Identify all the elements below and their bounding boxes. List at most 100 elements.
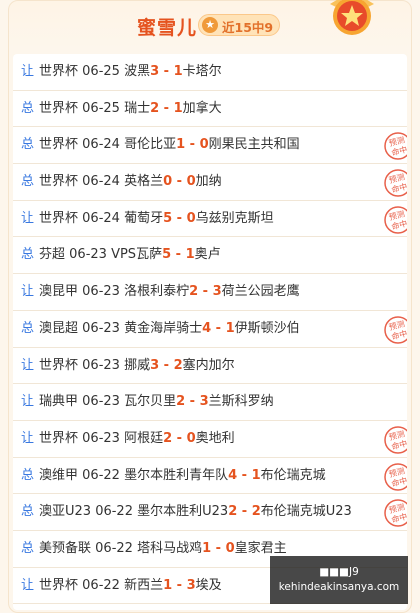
away-team: 伊斯顿沙伯 bbox=[234, 320, 300, 336]
match-text: 世界杯 06-24 哥伦比亚1 - 0刚果民主共和国 bbox=[39, 127, 300, 163]
away-score: 0 bbox=[199, 137, 209, 153]
bet-type-label: 总 bbox=[21, 320, 35, 336]
match-league: 美预备联 bbox=[39, 540, 92, 556]
away-team: 奥卢 bbox=[194, 247, 221, 263]
score-sep: - bbox=[172, 430, 187, 446]
match-text: 芬超 06-23 VPS瓦萨5 - 1奥卢 bbox=[39, 237, 221, 273]
watermark: ■■■J9 kehindeakinsanya.com bbox=[270, 556, 408, 604]
home-score: 5 bbox=[163, 210, 173, 226]
score-sep: - bbox=[159, 100, 174, 116]
record-text: 近15中9 bbox=[222, 20, 274, 35]
watermark-line1: ■■■J9 bbox=[319, 566, 359, 578]
home-team: 波黑 bbox=[124, 64, 151, 79]
match-date: 06-22 bbox=[82, 577, 120, 593]
away-score: 1 bbox=[173, 64, 183, 79]
away-score: 3 bbox=[186, 577, 196, 593]
home-score: 3 bbox=[150, 64, 160, 79]
away-score: 0 bbox=[186, 174, 196, 190]
away-team: 埃及 bbox=[195, 577, 222, 593]
hit-stamp-icon: 预测命中 bbox=[384, 462, 407, 491]
prediction-row[interactable]: 总世界杯 06-25 瑞士2 - 1加拿大 bbox=[13, 91, 407, 128]
match-date: 06-25 bbox=[82, 100, 120, 116]
home-team: 黄金海岸骑士 bbox=[124, 320, 203, 336]
watermark-line2: kehindeakinsanya.com bbox=[278, 581, 400, 593]
away-team: 乌兹别克斯坦 bbox=[195, 210, 274, 226]
away-score: 1 bbox=[185, 247, 195, 263]
away-team: 布伦瑞克城U23 bbox=[260, 504, 352, 520]
home-team: VPS瓦萨 bbox=[111, 247, 163, 263]
prediction-row[interactable]: 让世界杯 06-23 挪威3 - 2塞内加尔 bbox=[13, 348, 407, 385]
match-text: 世界杯 06-24 葡萄牙5 - 0乌兹别克斯坦 bbox=[39, 201, 274, 237]
away-team: 加拿大 bbox=[182, 100, 222, 116]
match-league: 世界杯 bbox=[39, 137, 79, 153]
home-team: 瓦尔贝里 bbox=[124, 394, 177, 410]
match-league: 澳昆超 bbox=[39, 320, 79, 336]
home-team: 挪威 bbox=[124, 357, 151, 373]
home-score: 2 bbox=[163, 430, 173, 446]
match-league: 芬超 bbox=[39, 247, 66, 263]
home-team: 新西兰 bbox=[124, 577, 164, 593]
match-date: 06-22 bbox=[95, 504, 133, 520]
match-date: 06-23 bbox=[82, 320, 120, 336]
score-sep: - bbox=[237, 504, 252, 520]
match-date: 06-23 bbox=[69, 247, 107, 263]
prediction-row[interactable]: 总世界杯 06-24 哥伦比亚1 - 0刚果民主共和国 预测 命中 bbox=[13, 127, 407, 165]
prediction-row[interactable]: 让澳昆甲 06-23 洛根利泰柠2 - 3荷兰公园老鹰 bbox=[13, 274, 407, 311]
star-icon: ★ bbox=[202, 17, 218, 33]
prediction-row[interactable]: 总芬超 06-23 VPS瓦萨5 - 1奥卢 bbox=[13, 237, 407, 275]
prediction-row[interactable]: 总澳亚U23 06-22 墨尔本胜利U232 - 2布伦瑞克城U23 预测 命中 bbox=[13, 494, 407, 531]
home-team: 墨尔本胜利U23 bbox=[137, 504, 229, 520]
prediction-row[interactable]: 总澳维甲 06-22 墨尔本胜利青年队4 - 1布伦瑞克城 预测 命中 bbox=[13, 458, 407, 495]
home-score: 1 bbox=[202, 540, 212, 556]
away-score: 1 bbox=[251, 467, 261, 483]
score-sep: - bbox=[172, 577, 187, 593]
home-score: 1 bbox=[176, 137, 186, 153]
prediction-row[interactable]: 让世界杯 06-23 阿根廷2 - 0奥地利 预测 命中 bbox=[13, 421, 407, 458]
hit-stamp-icon: 预测命中 bbox=[384, 426, 407, 454]
score-sep: - bbox=[211, 540, 226, 556]
home-score: 4 bbox=[202, 320, 212, 336]
match-date: 06-24 bbox=[82, 210, 120, 226]
match-date: 06-23 bbox=[82, 430, 120, 446]
score-sep: - bbox=[159, 357, 174, 373]
match-text: 澳维甲 06-22 墨尔本胜利青年队4 - 1布伦瑞克城 bbox=[39, 458, 326, 494]
match-league: 世界杯 bbox=[39, 174, 79, 190]
match-text: 澳昆超 06-23 黄金海岸骑士4 - 1伊斯顿沙伯 bbox=[39, 311, 300, 347]
score-sep: - bbox=[185, 394, 200, 410]
score-sep: - bbox=[198, 284, 213, 300]
match-date: 06-23 bbox=[82, 357, 120, 373]
prediction-row[interactable]: 总澳昆超 06-23 黄金海岸骑士4 - 1伊斯顿沙伯 预测 命中 bbox=[13, 311, 407, 348]
away-team: 荷兰公园老鹰 bbox=[221, 284, 300, 300]
match-date: 06-22 bbox=[82, 467, 120, 483]
match-league: 世界杯 bbox=[39, 100, 79, 116]
score-sep: - bbox=[185, 137, 200, 153]
hit-stamp-icon: 预测命中 bbox=[384, 132, 407, 161]
match-league: 澳维甲 bbox=[39, 467, 79, 483]
bet-type-label: 总 bbox=[21, 100, 35, 116]
match-date: 06-24 bbox=[82, 174, 120, 190]
away-score: 0 bbox=[186, 210, 196, 226]
prediction-row[interactable]: 总世界杯 06-24 英格兰0 - 0加纳 预测 命中 bbox=[13, 164, 407, 201]
prediction-row[interactable]: 让世界杯 06-25 波黑3 - 1卡塔尔 bbox=[13, 54, 407, 91]
away-team: 兰斯科罗纳 bbox=[208, 394, 274, 410]
prediction-row[interactable]: 让世界杯 06-24 葡萄牙5 - 0乌兹别克斯坦 预测 命中 bbox=[13, 201, 407, 238]
match-league: 世界杯 bbox=[39, 210, 79, 226]
home-score: 0 bbox=[163, 174, 173, 190]
bet-type-label: 让 bbox=[21, 284, 35, 300]
prediction-row[interactable]: 让瑞典甲 06-23 瓦尔贝里2 - 3兰斯科罗纳 bbox=[13, 384, 407, 421]
record-badge: ★ 近15中9 bbox=[198, 14, 280, 36]
home-score: 2 bbox=[189, 284, 199, 300]
score-sep: - bbox=[172, 210, 187, 226]
match-date: 06-24 bbox=[82, 137, 120, 153]
match-league: 瑞典甲 bbox=[39, 394, 79, 410]
away-score: 3 bbox=[199, 394, 209, 410]
home-score: 3 bbox=[150, 357, 160, 373]
bet-type-label: 让 bbox=[21, 64, 35, 79]
match-date: 06-22 bbox=[95, 540, 133, 556]
away-team: 布伦瑞克城 bbox=[260, 467, 326, 483]
match-text: 世界杯 06-23 阿根廷2 - 0奥地利 bbox=[39, 421, 235, 457]
match-league: 世界杯 bbox=[39, 577, 79, 593]
home-team: 哥伦比亚 bbox=[124, 137, 177, 153]
match-text: 世界杯 06-24 英格兰0 - 0加纳 bbox=[39, 164, 222, 200]
home-team: 瑞士 bbox=[124, 100, 151, 116]
